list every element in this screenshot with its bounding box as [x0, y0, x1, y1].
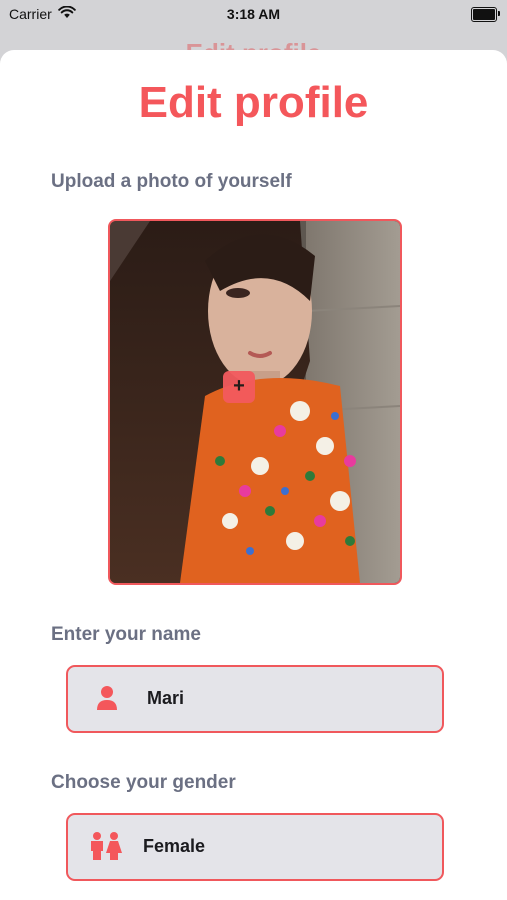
- name-value: Mari: [147, 688, 185, 708]
- battery-icon: [471, 7, 500, 22]
- photo-section-label: Upload a photo of yourself: [51, 171, 292, 192]
- profile-photo[interactable]: +: [108, 219, 402, 585]
- name-field[interactable]: Mari: [66, 665, 444, 733]
- page-title: Edit profile: [138, 78, 369, 127]
- status-bar: Carrier 3:18 AM: [0, 0, 507, 30]
- gender-icon: [88, 831, 124, 861]
- gender-field[interactable]: Female: [66, 813, 444, 881]
- person-icon: [94, 683, 124, 713]
- plus-icon: +: [233, 375, 245, 397]
- edit-profile-sheet: Edit profile Upload a photo of yourself: [0, 50, 507, 900]
- add-photo-button[interactable]: +: [223, 371, 255, 403]
- status-time: 3:18 AM: [226, 6, 281, 22]
- gender-value: Female: [143, 836, 206, 856]
- name-section-label: Enter your name: [51, 624, 201, 645]
- gender-section-label: Choose your gender: [51, 772, 236, 793]
- profile-photo-image: [110, 221, 400, 583]
